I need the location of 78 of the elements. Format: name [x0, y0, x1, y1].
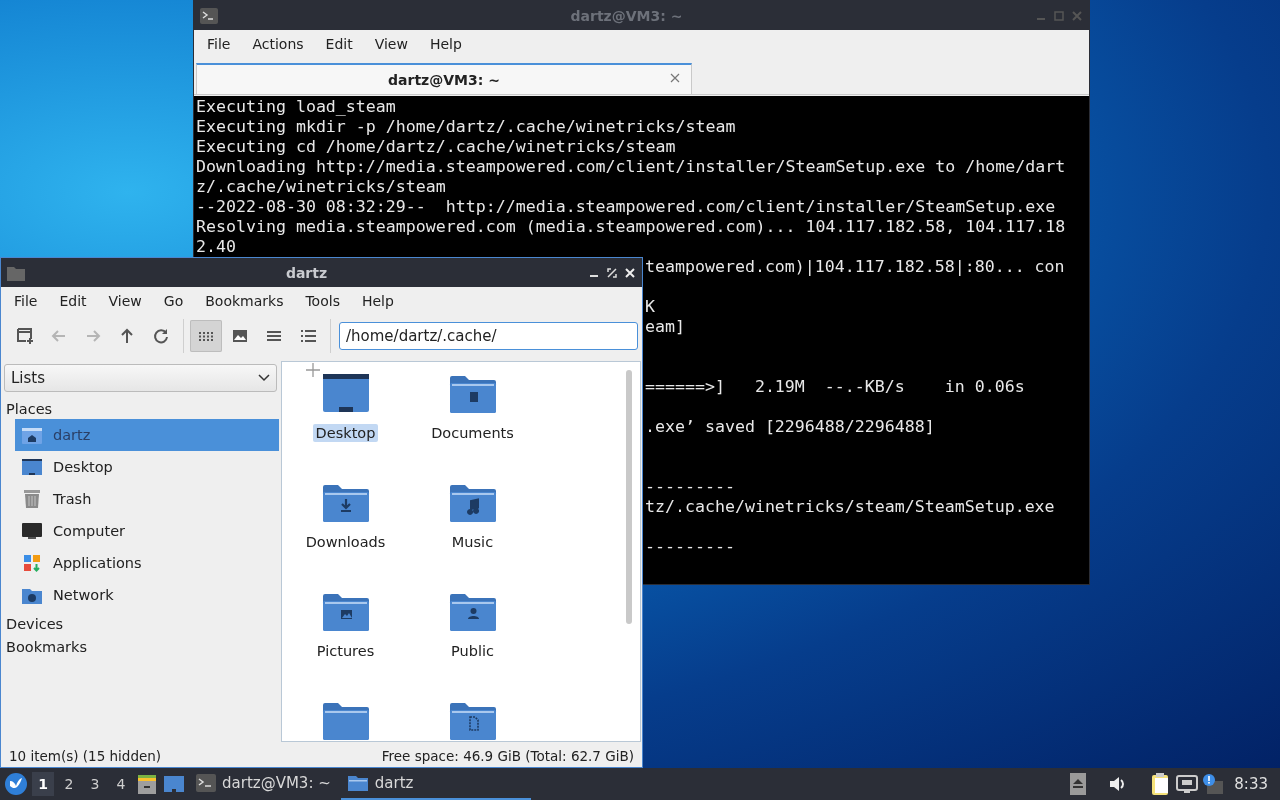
sidebar-item[interactable]: Trash: [15, 483, 279, 515]
file-name[interactable]: Pictures: [313, 642, 378, 660]
file-cabinet-icon[interactable]: [136, 773, 158, 795]
close-icon: [670, 73, 680, 83]
side-pane-dropdown[interactable]: Lists: [4, 364, 277, 392]
plus-icon: [306, 363, 320, 377]
menu-item[interactable]: Help: [350, 293, 405, 309]
terminal-line: --2022-08-30 08:32:29-- http://media.steampowered.com/client/installer/SteamSetup.exe: [196, 197, 1056, 216]
menu-item[interactable]: View: [97, 293, 153, 309]
menu-item[interactable]: Edit: [314, 36, 364, 52]
terminal-line: z/.cache/winetricks/steam: [196, 177, 446, 196]
terminal-line: Executing mkdir -p /home/dartz/.cache/winetricks/steam: [196, 117, 736, 136]
folder-icon: [7, 264, 25, 281]
section-header[interactable]: Bookmarks: [1, 634, 279, 657]
window-title: dartz@VM3: ~: [569, 7, 684, 24]
terminal-line: Downloading http://media.steampowered.com/client/installer/SteamSetup.exe to /home/dart: [196, 157, 1066, 176]
sidebar-item[interactable]: Applications: [15, 547, 279, 579]
status-text: 10 item(s) (15 hidden): [9, 747, 162, 764]
section-header[interactable]: Places: [1, 396, 279, 419]
status-text: Free space: 46.9 GiB (Total: 62.7 GiB): [381, 747, 634, 764]
file-name[interactable]: Music: [448, 533, 497, 551]
reload-icon: [151, 326, 171, 346]
terminal-icon: [200, 7, 218, 24]
workspace-button[interactable]: 1: [32, 772, 54, 796]
workspace-button[interactable]: 2: [58, 772, 80, 796]
clock: 8:33: [1233, 775, 1269, 793]
terminal-line: eam]: [645, 317, 685, 336]
notification-icon[interactable]: [1202, 773, 1225, 795]
sidebar-item[interactable]: Network: [15, 579, 279, 611]
menu-item[interactable]: Go: [152, 293, 195, 309]
menu-item[interactable]: File: [196, 36, 242, 52]
section-header[interactable]: Devices: [1, 611, 279, 634]
monitor-icon: [21, 457, 43, 477]
menu-item[interactable]: Bookmarks: [194, 293, 295, 309]
terminal-line: ======>] 2.19M --.-KB/s in 0.06s: [645, 377, 1025, 396]
home-folder-icon: [21, 425, 43, 445]
show-desktop-icon[interactable]: [162, 773, 186, 795]
file-name[interactable]: Documents: [428, 424, 517, 442]
sidebar-item[interactable]: Desktop: [15, 451, 279, 483]
task-button[interactable]: dartz: [340, 768, 531, 800]
menu-item[interactable]: Help: [418, 36, 473, 52]
terminal-line: ---------: [645, 537, 735, 556]
scrollbar[interactable]: [626, 370, 632, 624]
menu-item[interactable]: Actions: [241, 36, 315, 52]
terminal-line: K: [645, 297, 655, 316]
folder-icon: [346, 774, 369, 792]
icons-view-button[interactable]: [190, 320, 222, 352]
menu-item[interactable]: Edit: [48, 293, 98, 309]
terminal-line: Resolving media.steampowered.com (media.steampowered.com)... 104.117.182.58, 104.117.18: [196, 217, 1066, 236]
trash-icon: [21, 489, 43, 509]
terminal-line: tz/.cache/winetricks/steam/SteamSetup.exe: [645, 497, 1055, 516]
new-tab-icon: [15, 326, 35, 346]
sidebar-item[interactable]: Computer: [15, 515, 279, 547]
menu-item[interactable]: View: [363, 36, 419, 52]
chevron-down-icon: [258, 374, 270, 382]
eject-icon[interactable]: [1070, 773, 1087, 795]
terminal-tab[interactable]: dartz@VM3: ~: [196, 63, 692, 94]
terminal-line: Executing load_steam: [196, 97, 396, 116]
location-field[interactable]: /home/dartz/.cache/: [339, 322, 638, 350]
network-icon[interactable]: [1176, 774, 1199, 794]
terminal-line: teampowered.com)|104.117.182.58|:80... con: [645, 257, 1065, 276]
file-name[interactable]: Desktop: [312, 424, 379, 442]
file-name[interactable]: Downloads: [302, 533, 389, 551]
terminal-line: 2.40: [196, 237, 236, 256]
start-menu-icon[interactable]: [4, 772, 28, 796]
workspace-button[interactable]: 4: [110, 772, 132, 796]
terminal-line: ---------: [645, 477, 735, 496]
file-name[interactable]: Public: [448, 642, 497, 660]
menu-item[interactable]: File: [3, 293, 49, 309]
window-title: dartz: [284, 264, 329, 281]
computer-icon: [21, 521, 43, 541]
terminal-icon: [196, 774, 216, 792]
menu-item[interactable]: Tools: [294, 293, 351, 309]
task-button[interactable]: dartz@VM3: ~: [190, 768, 337, 800]
terminal-line: .exe’ saved [2296488/2296488]: [645, 417, 935, 436]
workspace-button[interactable]: 3: [84, 772, 106, 796]
applications-icon: [21, 553, 43, 573]
terminal-line: Executing cd /home/dartz/.cache/winetricks/steam: [196, 137, 676, 156]
